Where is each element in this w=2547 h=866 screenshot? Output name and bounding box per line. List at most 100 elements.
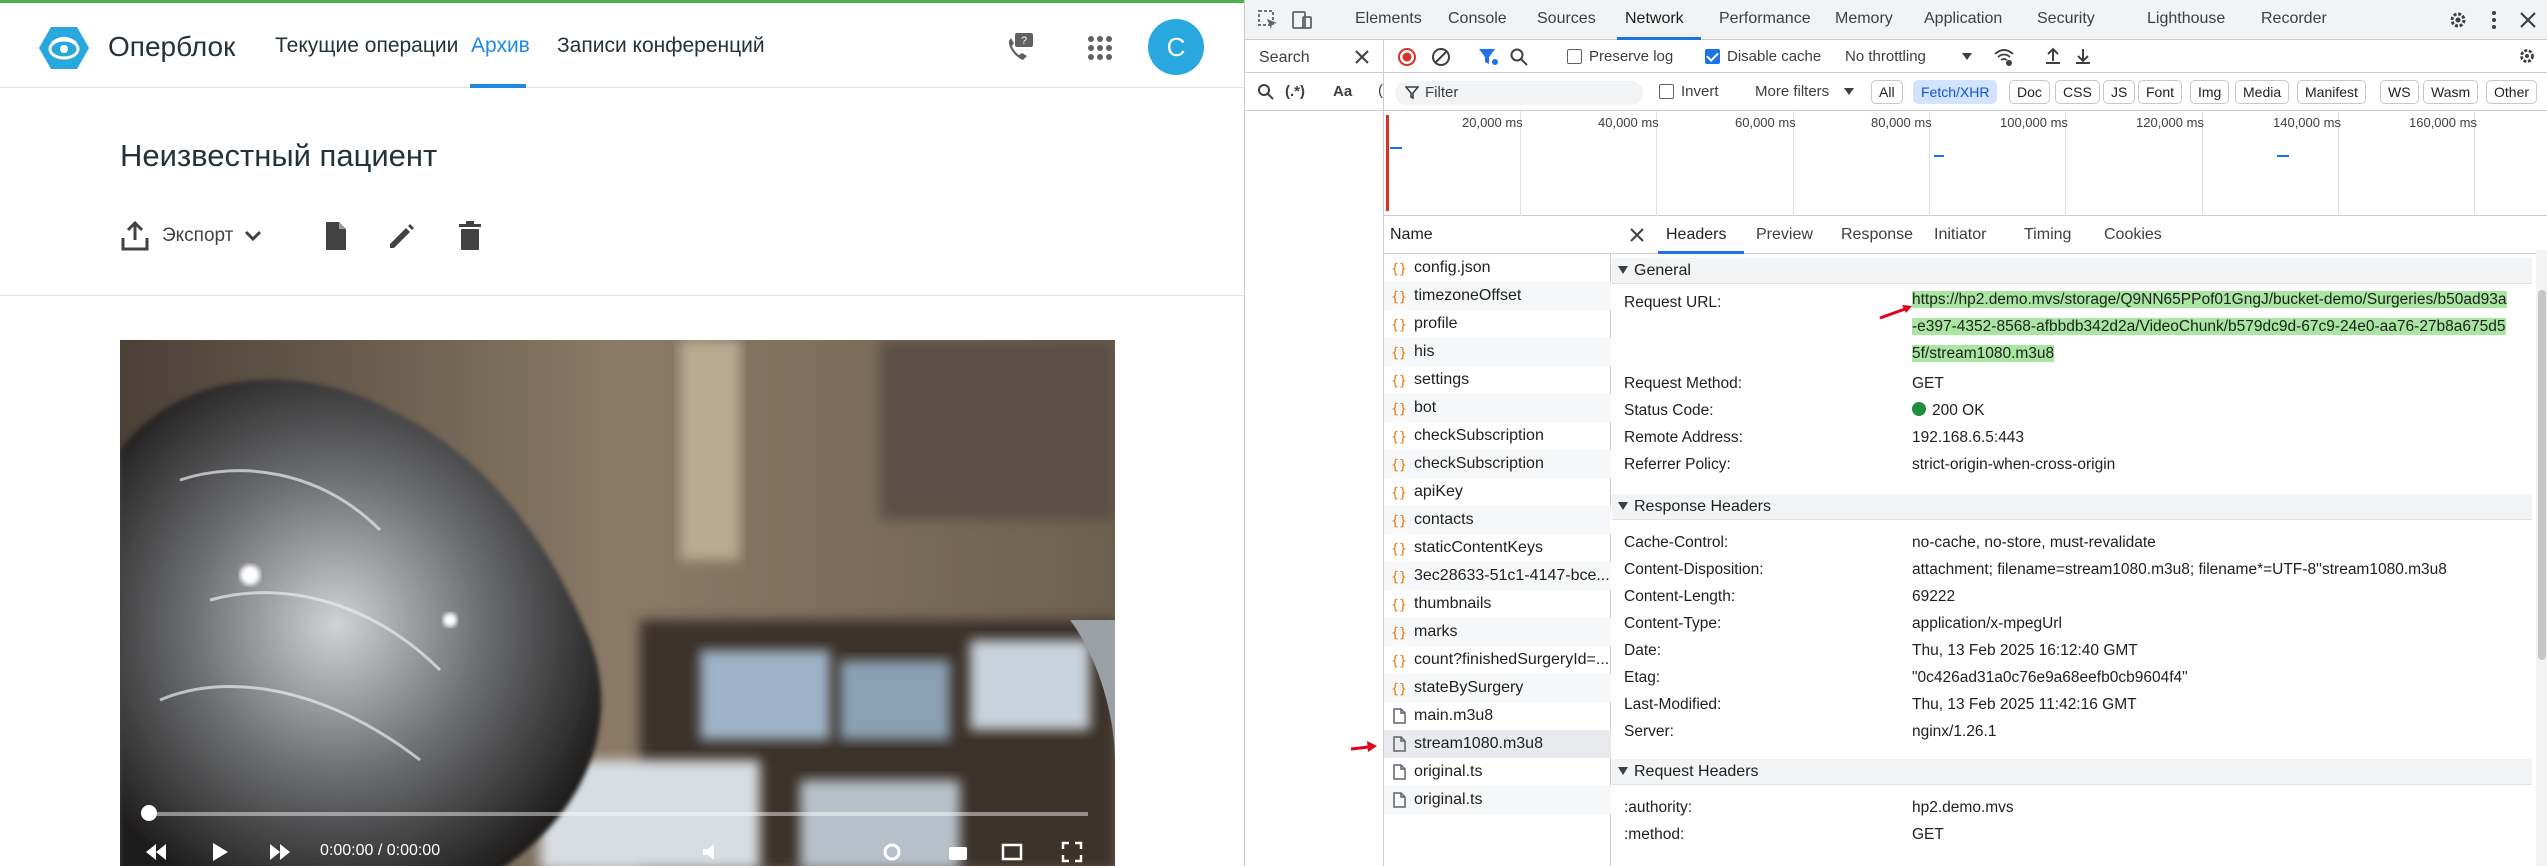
detail-tab-headers[interactable]: Headers [1666,226,1726,244]
phone-question-icon[interactable]: ? [1002,30,1038,66]
request-row[interactable]: {} apiKey [1384,478,1611,506]
apps-grid-icon[interactable] [1082,30,1118,66]
close-search-icon[interactable] [1353,48,1371,66]
type-filter-font[interactable]: Font [2138,80,2183,104]
filter-funnel-icon[interactable] [1477,47,1499,67]
header-value[interactable]: strict-origin-when-cross-origin [1912,456,2115,474]
app-logo-icon[interactable] [38,25,90,71]
delete-trash-icon[interactable] [454,220,486,252]
detail-tab-initiator[interactable]: Initiator [1934,226,1986,244]
video-progress-bar[interactable] [146,812,1088,816]
detail-tab-cookies[interactable]: Cookies [2104,226,2162,244]
request-row[interactable]: main.m3u8 [1384,702,1611,730]
request-row[interactable]: {} count?finishedSurgeryId=... [1384,646,1611,674]
request-row[interactable]: {} 3ec28633-51c1-4147-bce... [1384,562,1611,590]
match-case-toggle[interactable]: Aa [1333,83,1352,100]
request-row[interactable]: {} thumbnails [1384,590,1611,618]
nav-current-operations[interactable]: Текущие операции [275,34,458,58]
edit-pencil-icon[interactable] [386,220,418,252]
header-value[interactable]: "0c426ad31a0c76e9a68eefb0cb9604f4" [1912,669,2188,687]
detail-tab-timing[interactable]: Timing [2024,226,2071,244]
volume-icon[interactable] [700,840,724,864]
response-headers-section-header[interactable]: Response Headers [1612,494,2532,520]
request-url-value[interactable]: https://hp2.demo.mvs/storage/Q9NN65PPof0… [1912,286,2524,367]
more-filters-arrow-icon[interactable] [1843,87,1855,97]
request-row[interactable]: original.ts [1384,758,1611,786]
devtools-tab-application[interactable]: Application [1924,10,2002,28]
close-icon[interactable] [2517,9,2539,31]
type-filter-js[interactable]: JS [2103,80,2136,104]
type-filter-media[interactable]: Media [2235,80,2290,104]
general-section-header[interactable]: General [1612,258,2532,284]
detail-scrollbar-thumb[interactable] [2538,290,2546,660]
pip-icon[interactable] [1000,840,1024,864]
more-vertical-icon[interactable] [2483,9,2505,31]
clear-icon[interactable] [1431,47,1451,67]
nav-archive[interactable]: Архив [471,34,530,58]
header-value[interactable]: GET [1912,826,1944,844]
network-settings-gear-icon[interactable] [2517,46,2537,66]
type-filter-manifest[interactable]: Manifest [2297,80,2366,104]
header-value[interactable]: Thu, 13 Feb 2025 11:42:16 GMT [1912,696,2137,714]
devtools-tab-performance[interactable]: Performance [1719,10,1811,28]
request-row[interactable]: {} profile [1384,310,1611,338]
type-filter-other[interactable]: Other [2486,80,2538,104]
disable-cache-checkbox[interactable] [1705,49,1720,64]
type-filter-all[interactable]: All [1871,80,1903,104]
detail-tab-preview[interactable]: Preview [1756,226,1813,244]
search-icon[interactable] [1509,47,1529,67]
header-value[interactable]: 192.168.6.5:443 [1912,429,2024,447]
camera-icon[interactable] [946,840,970,864]
type-filter-css[interactable]: CSS [2055,80,2100,104]
gear-icon[interactable] [2447,9,2469,31]
devtools-tab-recorder[interactable]: Recorder [2261,10,2327,28]
type-filter-doc[interactable]: Doc [2009,80,2050,104]
devtools-tab-security[interactable]: Security [2037,10,2095,28]
settings-icon[interactable] [880,840,904,864]
devtools-tab-elements[interactable]: Elements [1355,10,1422,28]
play-icon[interactable] [208,840,232,864]
regex-toggle[interactable]: (.*) [1285,83,1305,100]
header-value[interactable]: 69222 [1912,588,1955,606]
invert-checkbox[interactable] [1659,84,1674,99]
request-row[interactable]: {} settings [1384,366,1611,394]
header-value[interactable]: 200 OK [1912,402,1985,420]
request-row[interactable]: {} stateBySurgery [1384,674,1611,702]
header-value[interactable]: attachment; filename=stream1080.m3u8; fi… [1912,561,2447,579]
type-filter-fetch-xhr[interactable]: Fetch/XHR [1913,80,1998,104]
request-row[interactable]: {} checkSubscription [1384,450,1611,478]
export-har-icon[interactable] [2073,46,2093,66]
fullscreen-icon[interactable] [1060,840,1084,864]
devtools-tab-memory[interactable]: Memory [1835,10,1893,28]
user-avatar[interactable]: С [1148,19,1204,75]
request-row[interactable]: {} his [1384,338,1611,366]
forward-icon[interactable] [268,840,292,864]
request-row[interactable]: stream1080.m3u8 [1384,730,1611,758]
devtools-tab-console[interactable]: Console [1448,10,1507,28]
throttling-select[interactable]: No throttling [1845,48,1926,65]
network-overview-timeline[interactable]: 20,000 ms 40,000 ms 60,000 ms 80,000 ms … [1384,111,2547,216]
header-value[interactable]: GET [1912,375,1944,393]
header-value[interactable]: application/x-mpegUrl [1912,615,2062,633]
nav-conference-recordings[interactable]: Записи конференций [557,34,765,58]
document-icon[interactable] [320,220,352,252]
devtools-tab-lighthouse[interactable]: Lighthouse [2147,10,2225,28]
rewind-icon[interactable] [144,840,168,864]
request-list-header[interactable]: Name [1384,216,1611,254]
filter-input[interactable]: Filter [1395,81,1643,105]
request-headers-section-header[interactable]: Request Headers [1612,759,2532,785]
request-row[interactable]: {} contacts [1384,506,1611,534]
throttling-dropdown-icon[interactable] [1961,52,1973,62]
type-filter-ws[interactable]: WS [2380,80,2419,104]
detail-tab-response[interactable]: Response [1841,226,1913,244]
header-value[interactable]: hp2.demo.mvs [1912,799,2014,817]
type-filter-wasm[interactable]: Wasm [2423,80,2479,104]
request-row[interactable]: {} config.json [1384,254,1611,282]
request-row[interactable]: {} checkSubscription [1384,422,1611,450]
devtools-tab-network[interactable]: Network [1625,10,1684,28]
preserve-log-checkbox[interactable] [1567,49,1582,64]
import-har-icon[interactable] [2043,46,2063,66]
inspect-element-icon[interactable] [1257,9,1279,31]
request-row[interactable]: {} marks [1384,618,1611,646]
request-row[interactable]: original.ts [1384,786,1611,814]
